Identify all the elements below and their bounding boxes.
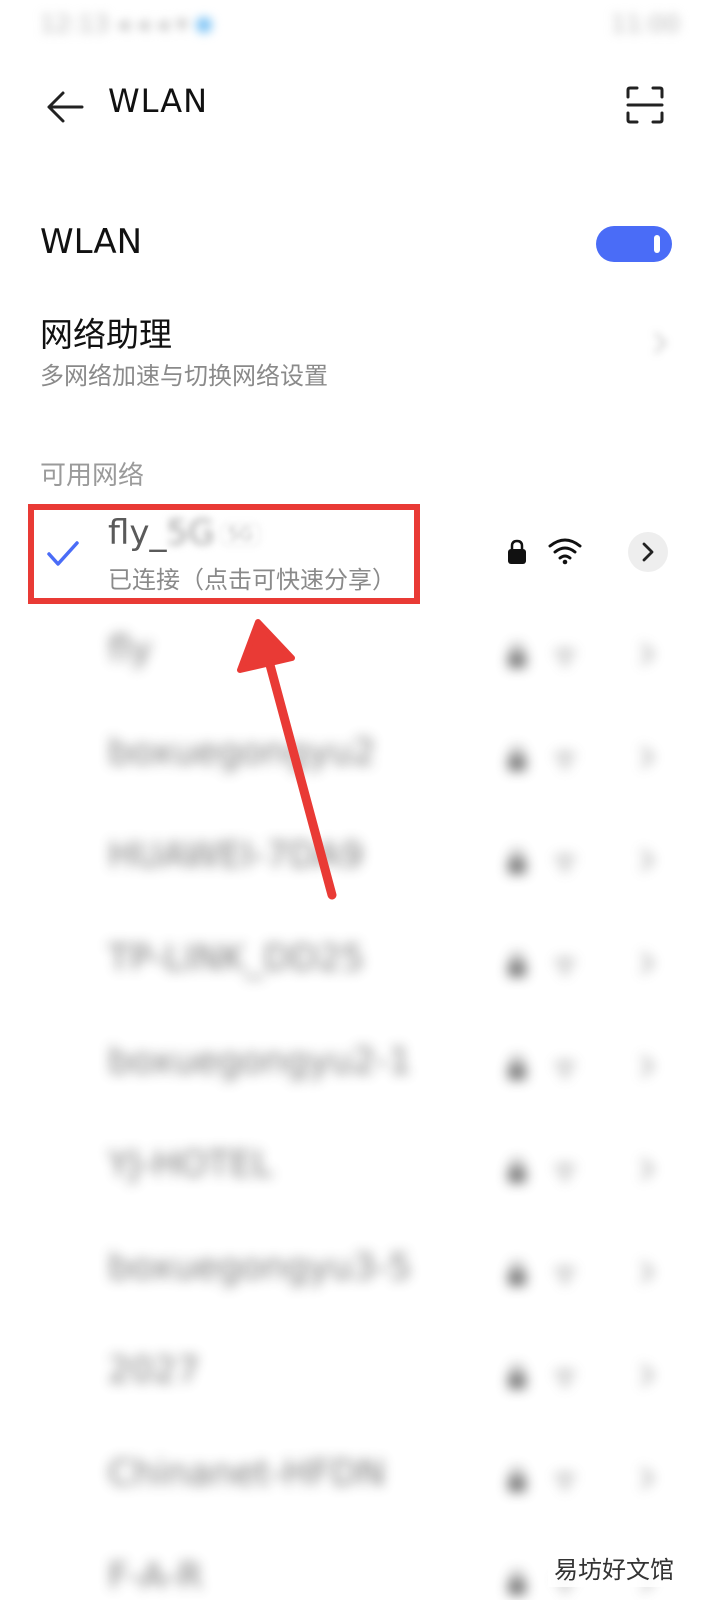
network-ssid: YJ-HOTEL [108, 1144, 273, 1185]
network-row[interactable]: boxuegongyu2-1 [0, 1017, 720, 1120]
wlan-settings-screen: 12:13 ◂ ◂ ◂ ▾ 11:00 WLAN WLAN 网络助理 多网络加速… [0, 0, 720, 1600]
network-ssid: 2027 [108, 1350, 200, 1391]
highlight-annotation-box [28, 504, 420, 604]
network-ssid: F-A-R [108, 1556, 203, 1597]
network-ssid: Chinanet-HFDN [108, 1453, 386, 1494]
watermark-text: 易坊好文馆 [548, 1548, 680, 1587]
chevron-right-icon [640, 951, 655, 975]
available-networks-header: 可用网络 [40, 461, 145, 491]
network-row[interactable]: HUAWEI-7DA9 [0, 811, 720, 914]
chevron-right-icon [640, 1466, 655, 1490]
lock-icon [508, 849, 526, 874]
wifi-signal-icon [554, 854, 576, 873]
network-row[interactable]: fly [0, 605, 720, 708]
network-ssid: fly [108, 629, 152, 670]
chevron-right-icon [640, 848, 655, 872]
network-row[interactable]: Chinanet-HFDN [0, 1429, 720, 1532]
lock-icon [508, 1570, 526, 1595]
network-row[interactable]: TP-LINK_DD25 [0, 914, 720, 1017]
network-row[interactable]: boxuegongyu3-5 [0, 1223, 720, 1326]
wifi-signal-icon [548, 538, 582, 565]
network-ssid: TP-LINK_DD25 [108, 938, 365, 979]
network-ssid: boxuegongyu2 [108, 732, 376, 773]
scan-icon [626, 86, 664, 124]
lock-icon [508, 539, 526, 564]
wifi-signal-icon [554, 1266, 576, 1285]
available-networks-list: fly boxuegongyu2 HUAWEI-7DA9 TP-LINK_DD25bo… [0, 605, 720, 1600]
chevron-right-icon [640, 1363, 655, 1387]
wifi-signal-icon [554, 1472, 576, 1491]
wifi-signal-icon [554, 1060, 576, 1079]
lock-icon [508, 746, 526, 771]
chevron-right-icon [653, 331, 668, 355]
lock-icon [508, 1261, 526, 1286]
chevron-right-icon [640, 1157, 655, 1181]
toggle-knob [654, 235, 660, 253]
network-assistant-title: 网络助理 [40, 315, 172, 354]
wifi-signal-icon [554, 648, 576, 667]
wifi-signal-icon [554, 957, 576, 976]
network-details-button[interactable] [628, 532, 668, 572]
wifi-signal-icon [554, 1369, 576, 1388]
lock-icon [508, 1467, 526, 1492]
notification-dot-icon [195, 17, 212, 33]
status-time: 12:13 ◂ ◂ ◂ ▾ [40, 10, 212, 38]
network-ssid: boxuegongyu3-5 [108, 1247, 412, 1288]
network-row[interactable]: YJ-HOTEL [0, 1120, 720, 1223]
wlan-toggle-switch[interactable] [596, 226, 672, 262]
app-bar: WLAN [0, 56, 720, 156]
scan-button[interactable] [620, 80, 670, 130]
chevron-right-icon [640, 1260, 655, 1284]
chevron-right-icon [640, 642, 655, 666]
chevron-right-icon [642, 542, 654, 562]
network-assistant-row[interactable]: 网络助理 多网络加速与切换网络设置 [0, 300, 720, 400]
status-bar: 12:13 ◂ ◂ ◂ ▾ 11:00 [0, 0, 720, 56]
back-arrow-icon [47, 91, 84, 123]
network-ssid: boxuegongyu2-1 [108, 1041, 412, 1082]
status-battery: 11:00 [610, 10, 680, 38]
wifi-signal-icon [554, 1163, 576, 1182]
lock-icon [508, 643, 526, 668]
network-assistant-subtitle: 多网络加速与切换网络设置 [40, 362, 328, 390]
network-row[interactable]: boxuegongyu2 [0, 708, 720, 811]
network-ssid: HUAWEI-7DA9 [108, 835, 364, 876]
wlan-toggle-label: WLAN [40, 222, 143, 262]
lock-icon [508, 952, 526, 977]
wifi-signal-icon [554, 751, 576, 770]
lock-icon [508, 1055, 526, 1080]
lock-icon [508, 1364, 526, 1389]
wlan-toggle-row[interactable]: WLAN [0, 200, 720, 290]
network-row[interactable]: 2027 [0, 1326, 720, 1429]
status-icons-left: 12:13 ◂ ◂ ◂ ▾ [40, 10, 188, 38]
page-title: WLAN [108, 82, 209, 120]
back-button[interactable] [38, 80, 92, 134]
chevron-right-icon [640, 1054, 655, 1078]
lock-icon [508, 1158, 526, 1183]
chevron-right-icon [640, 745, 655, 769]
